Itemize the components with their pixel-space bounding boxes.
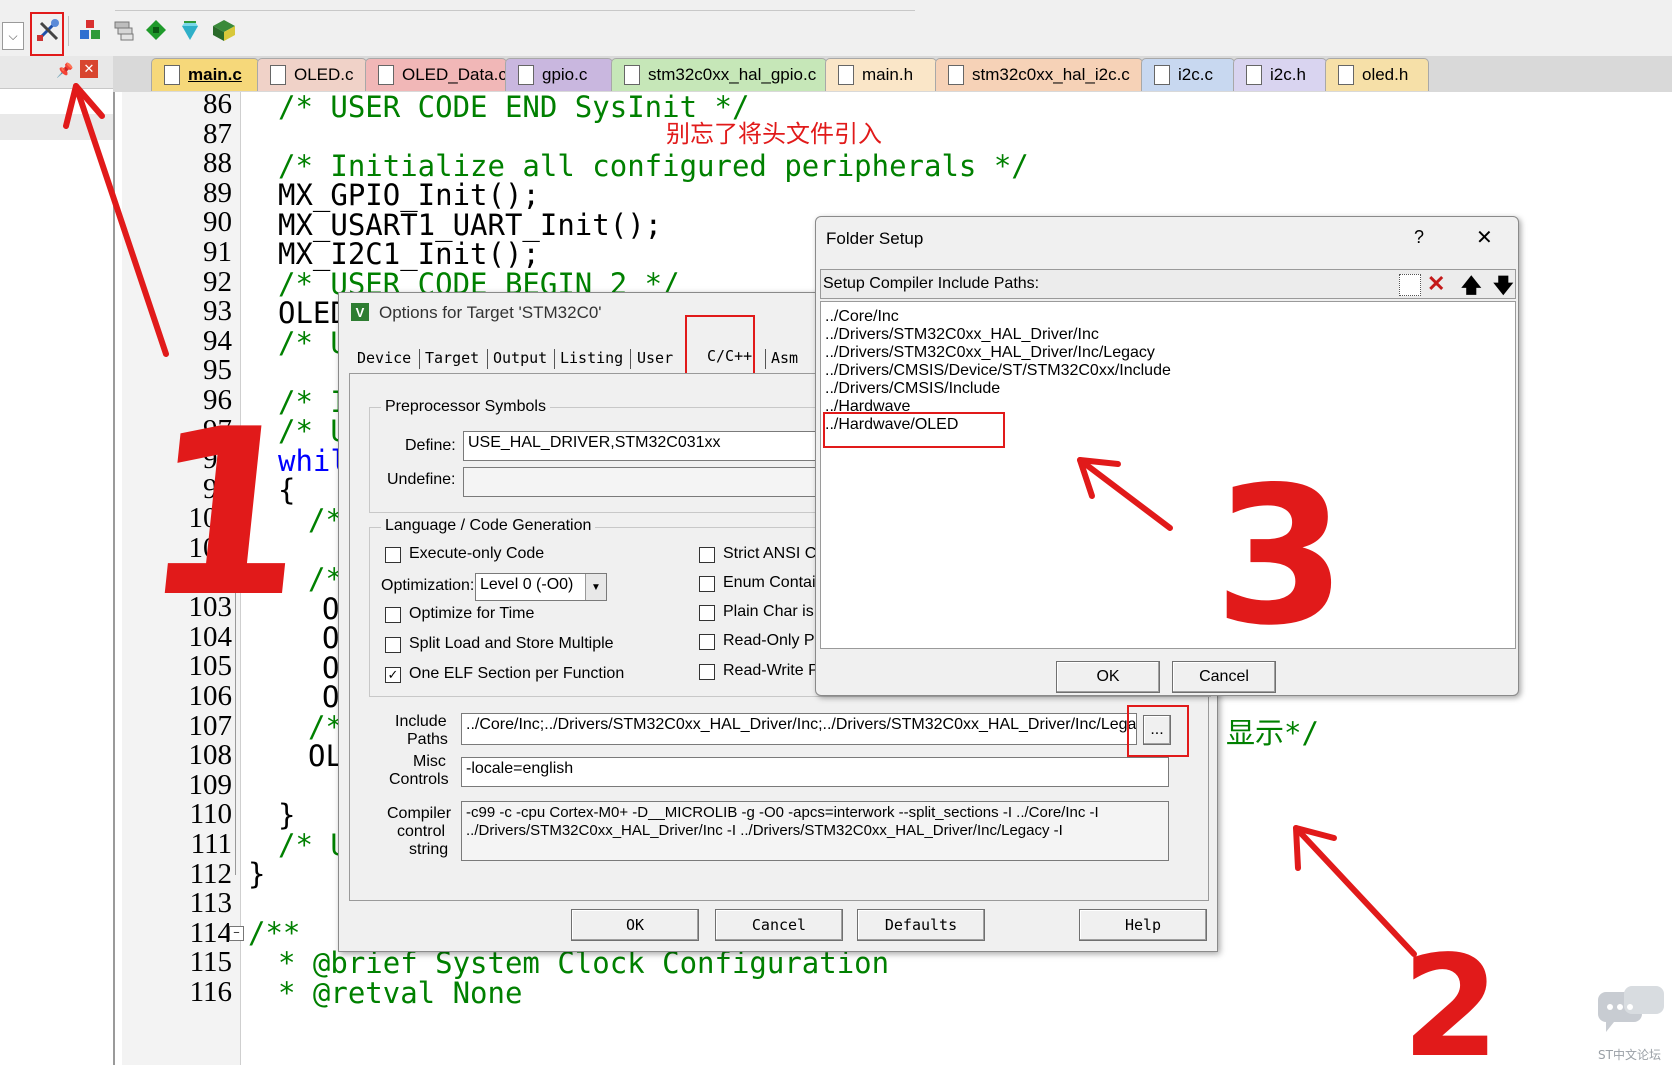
misc-controls-input[interactable]: -locale=english — [461, 757, 1169, 787]
annotation-number-3: 3 — [1214, 446, 1347, 667]
enum-container-checkbox[interactable] — [699, 576, 715, 592]
preprocessor-group-label: Preprocessor Symbols — [381, 398, 550, 416]
tab-device[interactable]: Device — [357, 349, 411, 367]
list-item[interactable]: ../Drivers/CMSIS/Include — [825, 380, 1000, 398]
include-paths-input[interactable]: ../Core/Inc;../Drivers/STM32C0xx_HAL_Dri… — [461, 713, 1137, 745]
define-label: Define: — [405, 437, 456, 454]
options-cancel-button[interactable]: Cancel — [715, 909, 843, 941]
read-only-label: Read-Only Po — [723, 632, 824, 649]
optimize-time-checkbox[interactable] — [385, 607, 401, 623]
highlight-new-path — [823, 412, 1005, 448]
execute-only-checkbox[interactable] — [385, 547, 401, 563]
one-elf-checkbox[interactable]: ✓ — [385, 667, 401, 683]
code-line-106: O — [322, 680, 340, 714]
move-down-icon[interactable]: 🡇 — [1493, 271, 1514, 305]
optimize-time-label: Optimize for Time — [409, 605, 535, 622]
folder-ok-button[interactable]: OK — [1056, 661, 1160, 693]
fold-marker-icon[interactable]: − — [229, 926, 244, 941]
code-line-114: /** — [248, 916, 301, 950]
tab-output[interactable]: Output — [493, 349, 547, 367]
tab-separator — [554, 349, 555, 369]
execute-only-label: Execute-only Code — [409, 545, 545, 562]
strict-ansi-label: Strict ANSI C — [723, 545, 817, 562]
read-write-checkbox[interactable] — [699, 664, 715, 680]
annotation-number-1: 1 — [132, 381, 321, 648]
keil-app-icon: V — [351, 303, 369, 321]
compiler-label-control: control — [397, 823, 446, 840]
chevron-down-icon[interactable]: ▼ — [585, 574, 606, 600]
misc-label-controls: Controls — [389, 771, 449, 788]
tab-separator — [487, 349, 488, 369]
annotation-number-2: 2 — [1402, 926, 1500, 1089]
folder-setup-dialog: Folder Setup ? ✕ Setup Compiler Include … — [815, 216, 1519, 696]
read-write-label: Read-Write P — [723, 662, 819, 679]
plain-char-checkbox[interactable] — [699, 605, 715, 621]
code-line-112: } — [248, 857, 266, 891]
compiler-label: Compiler — [387, 805, 452, 822]
language-group-label: Language / Code Generation — [381, 517, 596, 535]
code-line-110: } — [278, 798, 296, 832]
watermark-text: ST中文论坛 — [1598, 1048, 1661, 1062]
code-line-107-tail: 显示*/ — [1226, 716, 1319, 750]
misc-label: Misc — [413, 753, 446, 770]
help-icon[interactable]: ? — [1414, 227, 1424, 248]
highlight-browse-button — [1127, 705, 1189, 757]
optimization-value: Level 0 (-O0) — [480, 576, 574, 593]
split-load-label: Split Load and Store Multiple — [409, 635, 614, 652]
include-paths-header: Setup Compiler Include Paths: ✕ 🡅 🡇 — [820, 269, 1516, 299]
move-up-icon[interactable]: 🡅 — [1461, 271, 1482, 305]
tab-user[interactable]: User — [637, 349, 673, 367]
close-icon[interactable]: ✕ — [1476, 225, 1493, 250]
compiler-line-1: -c99 -c -cpu Cortex-M0+ -D__MICROLIB -g … — [466, 804, 1099, 821]
list-item[interactable]: ../Drivers/CMSIS/Device/ST/STM32C0xx/Inc… — [825, 362, 1171, 380]
chat-bubble-icon — [1596, 984, 1668, 1045]
undefine-label: Undefine: — [387, 471, 456, 488]
list-item[interactable]: ../Drivers/STM32C0xx_HAL_Driver/Inc — [825, 326, 1099, 344]
include-paths-list[interactable]: ../Core/Inc ../Drivers/STM32C0xx_HAL_Dri… — [820, 301, 1516, 649]
new-folder-icon[interactable] — [1399, 274, 1421, 296]
include-label: Include — [395, 713, 447, 730]
optimization-label: Optimization: — [381, 577, 475, 594]
options-dialog-title: Options for Target 'STM32C0' — [379, 303, 602, 322]
code-line-91: MX_I2C1_Init(); — [278, 237, 540, 271]
plain-char-label: Plain Char is S — [723, 603, 829, 620]
compiler-line-2: ../Drivers/STM32C0xx_HAL_Driver/Inc -I .… — [466, 822, 1063, 839]
tab-target[interactable]: Target — [425, 349, 479, 367]
tab-asm[interactable]: Asm — [771, 349, 798, 367]
code-line-89: MX_GPIO_Init(); — [278, 178, 540, 212]
compiler-control-string[interactable]: -c99 -c -cpu Cortex-M0+ -D__MICROLIB -g … — [461, 801, 1169, 861]
include-label-paths: Paths — [407, 731, 448, 748]
tab-separator — [765, 349, 766, 369]
split-load-checkbox[interactable] — [385, 637, 401, 653]
tab-separator — [419, 349, 420, 369]
folder-dialog-title: Folder Setup — [826, 229, 924, 248]
tab-separator — [630, 349, 631, 369]
enum-container-label: Enum Contain — [723, 574, 825, 591]
tab-listing[interactable]: Listing — [560, 349, 623, 367]
list-item[interactable]: ../Drivers/STM32C0xx_HAL_Driver/Inc/Lega… — [825, 344, 1155, 362]
options-help-button[interactable]: Help — [1079, 909, 1207, 941]
one-elf-label: One ELF Section per Function — [409, 665, 625, 682]
options-defaults-button[interactable]: Defaults — [857, 909, 985, 941]
include-paths-header-label: Setup Compiler Include Paths: — [823, 275, 1040, 292]
delete-icon[interactable]: ✕ — [1427, 271, 1445, 297]
code-line-104: O — [322, 621, 340, 655]
compiler-label-string: string — [409, 841, 449, 858]
annotation-note: 别忘了将头文件引入 — [666, 120, 882, 148]
code-line-116: * @retval None — [278, 976, 523, 1010]
optimization-select[interactable]: Level 0 (-O0) ▼ — [475, 573, 607, 601]
strict-ansi-checkbox[interactable] — [699, 547, 715, 563]
options-ok-button[interactable]: OK — [571, 909, 699, 941]
read-only-checkbox[interactable] — [699, 634, 715, 650]
list-item[interactable]: ../Core/Inc — [825, 308, 899, 326]
